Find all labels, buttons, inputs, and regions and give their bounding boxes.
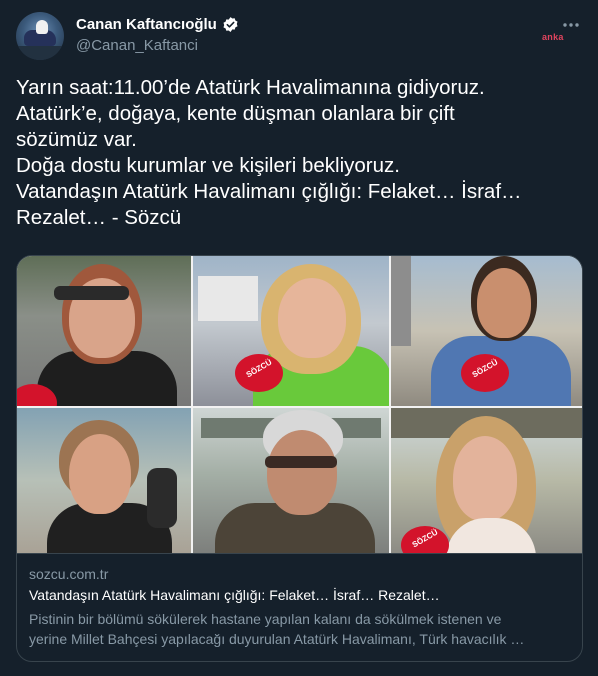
link-card-description-line: Pistinin bir bölümü sökülerek hastane ya…	[29, 611, 502, 627]
collage-photo-3: SÖZCÜ	[391, 256, 582, 406]
tweet-line: Atatürk’e, doğaya, kente düşman olanlara…	[16, 102, 455, 125]
verified-badge-icon	[222, 16, 239, 33]
collage-photo-2: SÖZCÜ	[193, 256, 389, 406]
link-card-description: Pistinin bir bölümü sökülerek hastane ya…	[29, 609, 574, 649]
watermark-logo: anka	[542, 32, 564, 42]
tweet-line: Vatandaşın Atatürk Havalimanı çığlığı: F…	[16, 180, 522, 203]
tweet-line: Doğa dostu kurumlar ve kişileri bekliyor…	[16, 154, 400, 177]
link-card-description-line: yerine Millet Bahçesi yapılacağı duyurul…	[29, 631, 525, 647]
link-card-image[interactable]: SÖZCÜ SÖZCÜ SÖZCÜ	[17, 256, 582, 553]
tweet-text: Yarın saat:11.00’de Atatürk Havalimanına…	[16, 75, 582, 231]
collage-photo-5	[193, 408, 389, 553]
link-card-domain: sozcu.com.tr	[29, 566, 109, 582]
link-card-text[interactable]: sozcu.com.tr Vatandaşın Atatürk Havalima…	[17, 553, 582, 661]
link-card-title: Vatandaşın Atatürk Havalimanı çığlığı: F…	[29, 587, 440, 603]
collage-photo-6: SÖZCÜ	[391, 408, 582, 553]
avatar[interactable]	[16, 12, 64, 60]
author-name-row[interactable]: Canan Kaftancıoğlu	[76, 16, 239, 33]
tweet-line: sözümüz var.	[16, 128, 137, 151]
avatar-ground	[16, 46, 64, 60]
author-handle[interactable]: @Canan_Kaftanci	[76, 37, 198, 54]
avatar-rider	[36, 20, 48, 34]
link-preview-card[interactable]: SÖZCÜ SÖZCÜ SÖZCÜ sozcu.com.tr Vatandaşı…	[16, 255, 583, 662]
collage-photo-1	[17, 256, 191, 406]
tweet-line: Rezalet… - Sözcü	[16, 206, 182, 229]
collage-photo-4	[17, 408, 191, 553]
author-display-name[interactable]: Canan Kaftancıoğlu	[76, 16, 217, 33]
tweet-line: Yarın saat:11.00’de Atatürk Havalimanına…	[16, 76, 485, 99]
